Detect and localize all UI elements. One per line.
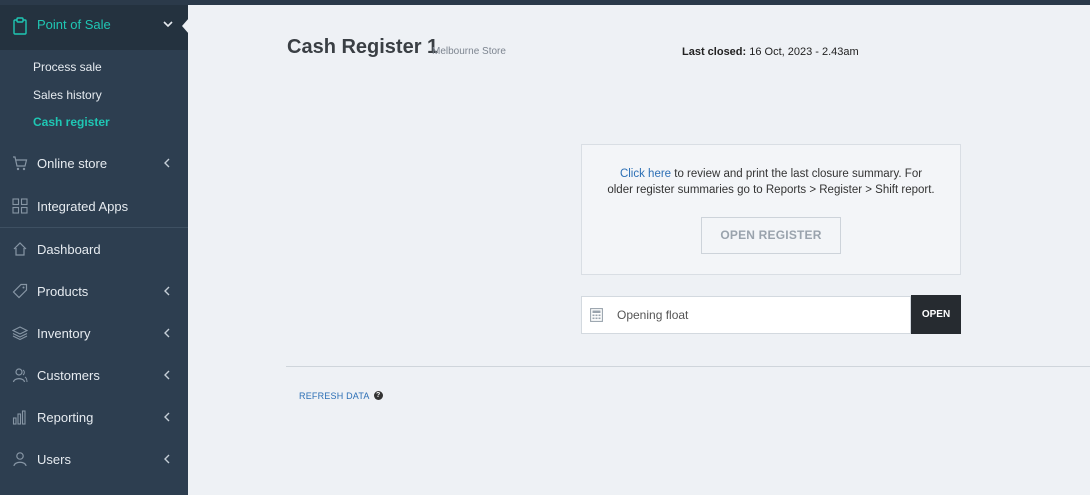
sidebar-item-users[interactable]: Users <box>0 438 188 480</box>
sidebar-item-inventory[interactable]: Inventory <box>0 312 188 354</box>
layers-icon <box>12 326 28 341</box>
top-bar <box>0 0 1090 5</box>
sidebar-item-label: Reporting <box>37 410 94 425</box>
refresh-data-link[interactable]: REFRESH DATA ? <box>299 391 383 401</box>
help-icon[interactable]: ? <box>373 391 383 401</box>
chevron-left-icon <box>164 454 170 464</box>
customers-icon <box>12 368 28 383</box>
home-icon <box>13 242 27 256</box>
sidebar-item-label: Users <box>37 452 71 467</box>
open-button[interactable]: OPEN <box>911 295 961 334</box>
sidebar-item-products[interactable]: Products <box>0 270 188 312</box>
bar-chart-icon <box>12 410 26 425</box>
open-register-button[interactable]: OPEN REGISTER <box>701 217 841 254</box>
section-divider <box>286 366 1090 367</box>
chevron-left-icon <box>164 328 170 338</box>
sidebar-subitem-cash-register[interactable]: Cash register <box>33 115 110 129</box>
click-here-link[interactable]: Click here <box>620 168 671 180</box>
calculator-icon <box>590 308 603 322</box>
sidebar-item-customers[interactable]: Customers <box>0 354 188 396</box>
chevron-down-icon <box>163 21 173 28</box>
page-title: Cash Register 1 <box>287 36 439 58</box>
last-closed-value: 16 Oct, 2023 - 2.43am <box>749 46 859 58</box>
last-closed-label: Last closed: <box>682 46 747 58</box>
sidebar-item-dashboard[interactable]: Dashboard <box>0 228 188 270</box>
chevron-left-icon <box>164 158 170 168</box>
opening-float-field[interactable] <box>581 296 911 334</box>
summary-text-line2: older register summaries go to Reports >… <box>607 184 935 196</box>
sidebar-item-label: Dashboard <box>37 242 101 257</box>
sidebar-item-integrated-apps[interactable]: Integrated Apps <box>0 185 188 227</box>
cart-icon <box>13 156 28 171</box>
closure-summary-panel: Click here to review and print the last … <box>581 144 961 275</box>
tag-icon <box>12 283 28 299</box>
sidebar-item-reporting[interactable]: Reporting <box>0 396 188 438</box>
refresh-data-label: REFRESH DATA <box>299 391 370 401</box>
apps-grid-icon <box>12 198 28 214</box>
chevron-left-icon <box>164 286 170 296</box>
sidebar: Point of Sale Process sale Sales history… <box>0 0 189 495</box>
summary-text-line1: to review and print the last closure sum… <box>671 168 923 180</box>
sidebar-item-label: Products <box>37 284 89 299</box>
store-name: Melbourne Store <box>432 46 506 57</box>
sidebar-item-label: Customers <box>37 368 100 383</box>
closure-summary-text: Click here to review and print the last … <box>582 166 960 198</box>
last-closed-info: Last closed: 16 Oct, 2023 - 2.43am <box>682 46 859 58</box>
sidebar-item-label: Inventory <box>37 326 91 341</box>
sidebar-item-online-store[interactable]: Online store <box>0 142 188 184</box>
chevron-left-icon <box>164 412 170 422</box>
sidebar-item-label: Point of Sale <box>37 17 111 32</box>
clipboard-icon <box>13 17 27 35</box>
user-icon <box>13 452 27 467</box>
sidebar-subitem-sales-history[interactable]: Sales history <box>33 88 102 102</box>
sidebar-subitem-process-sale[interactable]: Process sale <box>33 60 102 74</box>
active-notch <box>182 18 189 34</box>
sidebar-item-label: Integrated Apps <box>37 199 129 214</box>
sidebar-item-label: Online store <box>37 156 108 171</box>
opening-float-input[interactable] <box>617 297 907 333</box>
chevron-left-icon <box>164 370 170 380</box>
sidebar-item-point-of-sale[interactable]: Point of Sale <box>0 0 188 50</box>
